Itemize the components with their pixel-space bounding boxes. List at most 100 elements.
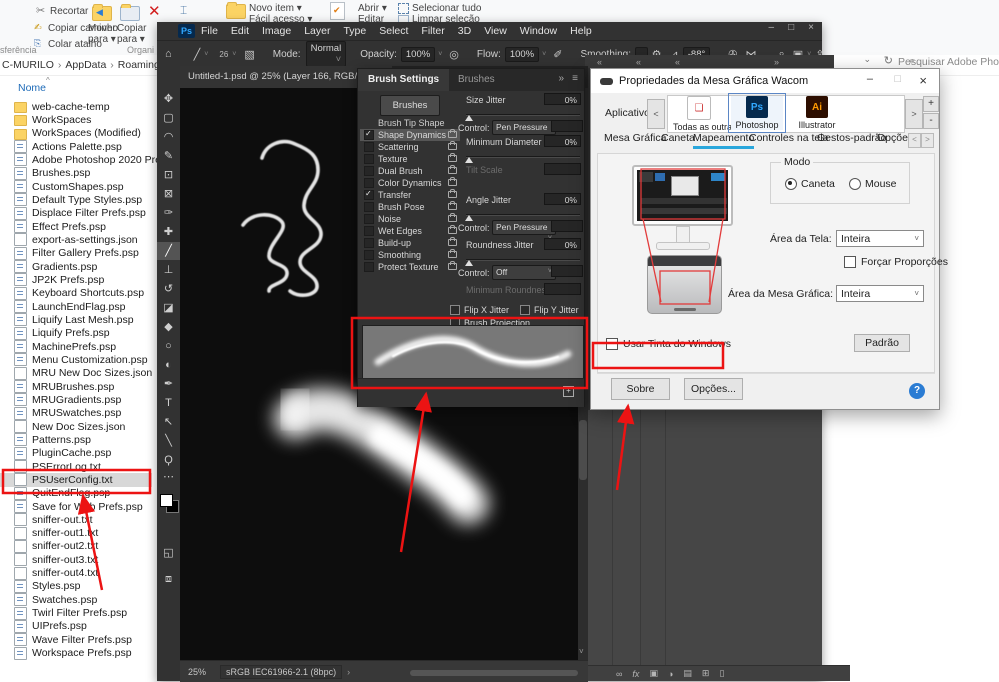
options-button[interactable]: Opções... bbox=[684, 378, 743, 400]
tool-button[interactable]: ✚ bbox=[157, 223, 180, 241]
ribbon-copy-to[interactable]: Copiar bbox=[117, 23, 146, 34]
file-row[interactable]: MRUSwatches.psp bbox=[0, 407, 152, 420]
file-row[interactable]: Twirl Filter Prefs.psp bbox=[0, 606, 152, 619]
angle-jitter-value[interactable]: 0% bbox=[544, 193, 581, 205]
checkbox[interactable] bbox=[364, 130, 374, 140]
roundness-jitter-slider[interactable] bbox=[466, 259, 580, 261]
dialog-tab[interactable]: Caneta bbox=[661, 132, 695, 144]
tool-button[interactable]: ⊠ bbox=[157, 185, 180, 203]
file-row[interactable]: Swatches.psp bbox=[0, 593, 152, 606]
size-control-select[interactable]: Pen Pressure˅ bbox=[492, 120, 556, 135]
checkbox[interactable] bbox=[364, 166, 374, 176]
tool-button[interactable]: ╱ bbox=[157, 242, 180, 260]
checkbox[interactable] bbox=[364, 178, 374, 188]
checkbox[interactable] bbox=[364, 250, 374, 260]
mode-select[interactable]: Normal˅ bbox=[306, 41, 347, 67]
lock-icon[interactable] bbox=[448, 203, 457, 210]
brush-option-row[interactable]: Shape Dynamics bbox=[360, 129, 460, 141]
checkbox[interactable] bbox=[364, 262, 374, 272]
maximize-button[interactable]: □ bbox=[788, 22, 794, 33]
tool-button[interactable]: ○ bbox=[157, 337, 180, 355]
collapse-panel-icon[interactable]: » bbox=[558, 73, 564, 84]
maximize-button[interactable]: □ bbox=[894, 73, 901, 85]
layer-mask-icon[interactable]: ▣ bbox=[649, 668, 658, 679]
lock-icon[interactable] bbox=[448, 251, 457, 258]
menu-3d[interactable]: 3D bbox=[458, 25, 471, 37]
tool-button[interactable]: Ϙ bbox=[157, 451, 180, 469]
application-item[interactable]: ❏ Todas as outras bbox=[673, 96, 725, 132]
checkbox[interactable] bbox=[364, 202, 374, 212]
file-row[interactable]: MachinePrefs.psp bbox=[0, 340, 152, 353]
opacity-value[interactable]: 100% bbox=[401, 47, 435, 62]
tab-brushes[interactable]: Brushes bbox=[448, 69, 505, 91]
ribbon-new-item[interactable]: Novo item ▾ bbox=[249, 3, 302, 14]
tool-button[interactable]: ◠ bbox=[157, 128, 180, 146]
file-row[interactable]: Patterns.psp bbox=[0, 433, 152, 446]
menu-layer[interactable]: Layer bbox=[304, 25, 330, 37]
screen-area-select[interactable]: Inteira˅ bbox=[836, 230, 924, 247]
lock-icon[interactable] bbox=[448, 239, 457, 246]
brush-option-row[interactable]: Protect Texture bbox=[360, 261, 460, 273]
lock-icon[interactable] bbox=[448, 215, 457, 222]
file-row[interactable]: sniffer-out2.txt bbox=[0, 540, 152, 553]
status-caret-icon[interactable]: › bbox=[347, 667, 350, 677]
ribbon-copy-to-2[interactable]: para ▾ bbox=[117, 34, 145, 45]
tablet-area-select[interactable]: Inteira˅ bbox=[836, 285, 924, 302]
lock-icon[interactable] bbox=[448, 263, 457, 270]
file-row[interactable]: Workspace Prefs.psp bbox=[0, 646, 152, 659]
file-row[interactable]: Wave Filter Prefs.psp bbox=[0, 633, 152, 646]
default-button[interactable]: Padrão bbox=[854, 334, 910, 352]
tool-button[interactable]: ◆ bbox=[157, 318, 180, 336]
angle-jitter-slider[interactable] bbox=[466, 214, 580, 216]
file-row[interactable]: sniffer-out.txt bbox=[0, 513, 152, 526]
minimize-button[interactable]: – bbox=[769, 22, 775, 33]
file-row[interactable]: sniffer-out3.txt bbox=[0, 553, 152, 566]
dialog-tab[interactable]: Mesa Gráfica bbox=[604, 132, 666, 144]
file-row[interactable]: PluginCache.psp bbox=[0, 447, 152, 460]
screen-mode-icon[interactable]: ⧈ bbox=[157, 570, 180, 588]
file-row[interactable]: Liquify Last Mesh.psp bbox=[0, 313, 152, 326]
lock-icon[interactable] bbox=[448, 155, 457, 162]
file-row[interactable]: MRUGradients.psp bbox=[0, 393, 152, 406]
brush-option-row[interactable]: Dual Brush bbox=[360, 165, 460, 177]
file-row[interactable]: export-as-settings.json bbox=[0, 233, 152, 246]
file-row[interactable]: QuitEndFlag.psp bbox=[0, 487, 152, 500]
menu-file[interactable]: File bbox=[201, 25, 218, 37]
file-row[interactable]: Styles.psp bbox=[0, 580, 152, 593]
lock-icon[interactable] bbox=[448, 167, 457, 174]
file-row[interactable]: WorkSpaces (Modified) bbox=[0, 127, 152, 140]
ribbon-select-all[interactable]: Selecionar tudo bbox=[412, 3, 482, 14]
new-layer-icon[interactable]: ⊞ bbox=[702, 668, 710, 679]
adjustment-layer-icon[interactable]: ◑ bbox=[668, 669, 673, 679]
tool-button[interactable]: ✥ bbox=[157, 90, 180, 108]
scrollbar-thumb[interactable] bbox=[579, 420, 587, 480]
menu-image[interactable]: Image bbox=[262, 25, 291, 37]
color-swatches[interactable] bbox=[160, 494, 180, 514]
quick-mask-icon[interactable]: ◱ bbox=[157, 544, 180, 562]
scroll-down-icon[interactable]: ˅ bbox=[579, 647, 584, 656]
tool-button[interactable]: ⊡ bbox=[157, 166, 180, 184]
collapse-icon[interactable]: « bbox=[597, 57, 602, 67]
menu-view[interactable]: View bbox=[484, 25, 507, 37]
add-app-button[interactable]: + bbox=[923, 96, 939, 112]
file-row[interactable]: UIPrefs.psp bbox=[0, 620, 152, 633]
tabs-prev-icon[interactable]: < bbox=[908, 133, 921, 148]
brush-option-row[interactable]: Smoothing bbox=[360, 249, 460, 261]
search-input[interactable]: Pesquisar Adobe Pho bbox=[898, 56, 999, 68]
checkbox[interactable] bbox=[364, 238, 374, 248]
file-row[interactable]: Displace Filter Prefs.psp bbox=[0, 207, 152, 220]
size-jitter-slider[interactable] bbox=[466, 114, 580, 116]
menu-edit[interactable]: Edit bbox=[231, 25, 249, 37]
file-row[interactable]: Menu Customization.psp bbox=[0, 353, 152, 366]
tabs-next-icon[interactable]: > bbox=[921, 133, 934, 148]
lock-icon[interactable] bbox=[448, 143, 457, 150]
ribbon-open[interactable]: Abrir ▾ bbox=[358, 3, 387, 14]
app-next-button[interactable]: > bbox=[905, 99, 923, 129]
tool-button[interactable]: ◪ bbox=[157, 299, 180, 317]
refresh-icon[interactable]: ↻ bbox=[884, 54, 893, 67]
delete-layer-icon[interactable]: ▯ bbox=[719, 668, 724, 679]
file-row[interactable]: Keyboard Shortcuts.psp bbox=[0, 287, 152, 300]
lock-icon[interactable] bbox=[448, 179, 457, 186]
checkbox[interactable] bbox=[364, 226, 374, 236]
mouse-mode-radio[interactable]: Mouse bbox=[849, 178, 897, 190]
